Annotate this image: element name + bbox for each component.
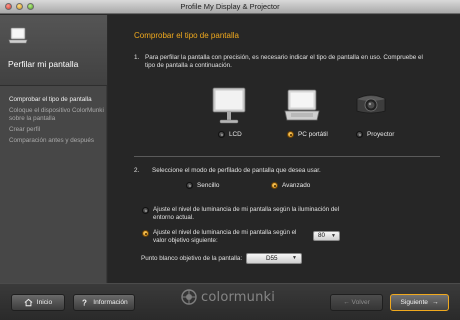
luminance-ambient-label: Ajuste el nivel de luminancia de mi pant… xyxy=(153,206,340,221)
mode-simple-radio[interactable] xyxy=(186,182,193,189)
projector-device[interactable] xyxy=(353,89,389,119)
projector-label: Proyector xyxy=(367,131,395,138)
close-window-button[interactable] xyxy=(5,3,12,10)
sidebar-steps: Comprobar el tipo de pantalla Coloque el… xyxy=(9,96,104,148)
luminance-target-radio[interactable] xyxy=(142,230,149,237)
mode-advanced[interactable]: Avanzado xyxy=(271,182,310,189)
sidebar-item-place-device[interactable]: Coloque el dispositivo ColorMunki sobre … xyxy=(9,107,104,123)
luminance-value: 80 xyxy=(318,232,326,239)
window-controls xyxy=(5,3,34,10)
mode-advanced-label: Avanzado xyxy=(282,182,311,189)
sidebar: Perfilar mi pantalla Comprobar el tipo d… xyxy=(0,15,107,283)
display-type-projector[interactable]: Proyector xyxy=(356,131,394,138)
projector-radio[interactable] xyxy=(356,131,363,138)
laptop-device[interactable] xyxy=(282,84,322,126)
back-label: ← Volver xyxy=(343,299,370,306)
step1-instructions: 1. Para perfilar la pantalla con precisi… xyxy=(134,54,434,70)
laptop-icon xyxy=(8,27,28,44)
white-point-label: Punto blanco objetivo de la pantalla: xyxy=(141,255,243,262)
step1-text: Para perfilar la pantalla con precisión,… xyxy=(145,54,423,69)
main-panel: Comprobar el tipo de pantalla 1. Para pe… xyxy=(108,15,460,283)
luminance-ambient-radio[interactable] xyxy=(142,207,149,214)
luminance-ambient-option[interactable]: Ajuste el nivel de luminancia de mi pant… xyxy=(142,206,347,222)
laptop-radio[interactable] xyxy=(287,131,294,138)
luminance-target-label: Ajuste el nivel de luminancia de mi pant… xyxy=(153,229,297,244)
window-title: Profile My Display & Projector xyxy=(180,2,280,11)
luminance-value-select[interactable]: 80 ▼ xyxy=(313,231,340,241)
zoom-window-button[interactable] xyxy=(27,3,34,10)
minimize-window-button[interactable] xyxy=(16,3,23,10)
laptop-label: PC portátil xyxy=(298,131,328,138)
display-type-laptop[interactable]: PC portátil xyxy=(287,131,328,138)
sidebar-item-create-profile[interactable]: Crear perfil xyxy=(9,126,104,134)
luminance-target-option[interactable]: Ajuste el nivel de luminancia de mi pant… xyxy=(142,229,307,245)
sidebar-item-compare[interactable]: Comparación antes y después xyxy=(9,137,104,145)
page-title: Comprobar el tipo de pantalla xyxy=(134,31,239,40)
step2-text: Seleccione el modo de perfilado de panta… xyxy=(152,167,321,174)
colormunki-logo: colormunki xyxy=(181,289,275,305)
sidebar-title: Perfilar mi pantalla xyxy=(8,59,79,69)
info-label: Información xyxy=(93,299,128,306)
mode-simple-label: Sencillo xyxy=(197,182,220,189)
white-point-value: D55 xyxy=(266,255,278,262)
lcd-radio[interactable] xyxy=(218,131,225,138)
projector-icon xyxy=(356,94,386,114)
footer-bar: Inicio ? Información colormunki ← Volver… xyxy=(0,283,460,320)
chevron-down-icon: ▼ xyxy=(292,255,297,261)
sidebar-header: Perfilar mi pantalla xyxy=(0,15,107,86)
next-button[interactable]: Siguiente → xyxy=(390,294,449,311)
info-button[interactable]: ? Información xyxy=(73,294,135,311)
question-icon: ? xyxy=(82,299,87,307)
colormunki-logo-icon xyxy=(181,289,197,305)
white-point-select[interactable]: D55 ▼ xyxy=(246,253,302,264)
step1-number: 1. xyxy=(134,54,140,61)
mode-simple[interactable]: Sencillo xyxy=(186,182,219,189)
colormunki-logo-text: colormunki xyxy=(201,289,276,305)
sidebar-item-check-display-type[interactable]: Comprobar el tipo de pantalla xyxy=(9,96,104,104)
chevron-down-icon: ▼ xyxy=(331,233,336,239)
step2-instructions: 2. Seleccione el modo de perfilado de pa… xyxy=(134,167,321,174)
step2-number: 2. xyxy=(134,167,140,174)
svg-text:?: ? xyxy=(82,299,87,307)
next-label: Siguiente xyxy=(400,299,428,306)
home-icon xyxy=(24,298,33,307)
title-bar: Profile My Display & Projector xyxy=(0,0,460,14)
lcd-monitor-icon xyxy=(212,87,246,124)
mode-advanced-radio[interactable] xyxy=(271,182,278,189)
home-label: Inicio xyxy=(36,299,53,306)
lcd-device[interactable] xyxy=(211,84,247,126)
back-button[interactable]: ← Volver xyxy=(330,294,383,311)
home-button[interactable]: Inicio xyxy=(11,294,65,311)
lcd-label: LCD xyxy=(229,131,242,138)
display-type-lcd[interactable]: LCD xyxy=(218,131,242,138)
laptop-icon xyxy=(284,89,320,121)
section-divider xyxy=(134,156,440,157)
arrow-right-icon: → xyxy=(431,299,439,306)
